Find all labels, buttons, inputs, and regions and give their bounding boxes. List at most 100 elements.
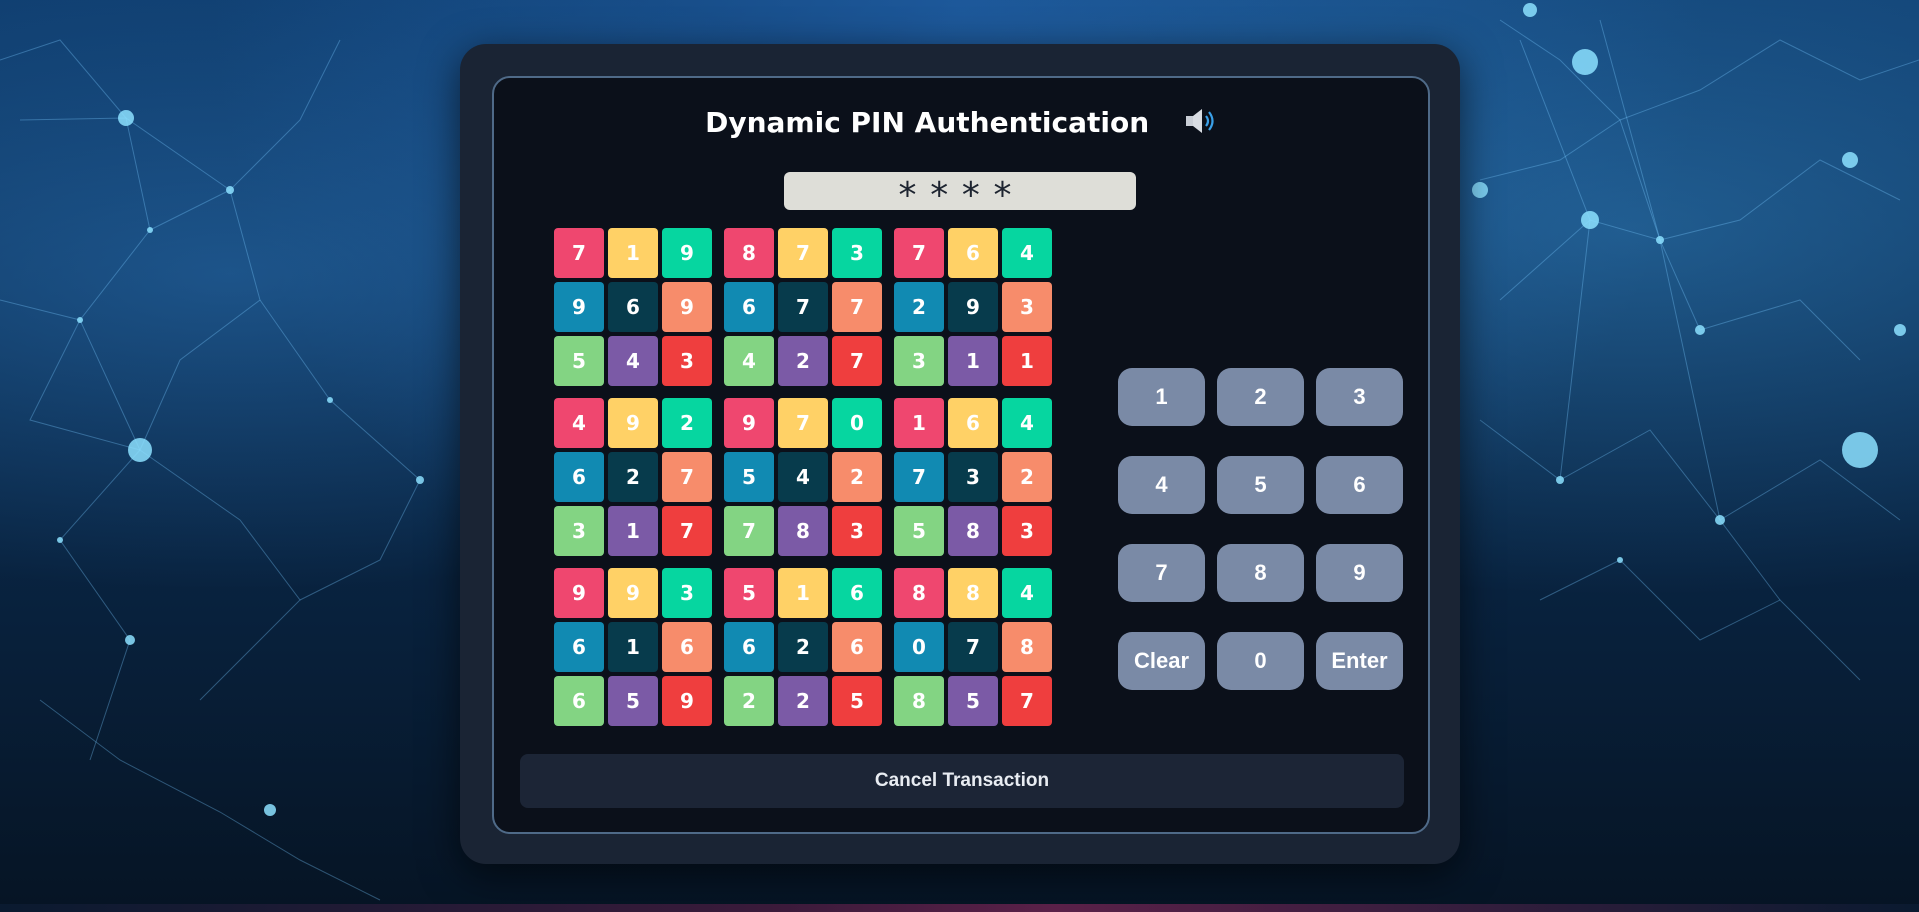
- digit-cell[interactable]: 5: [948, 676, 998, 726]
- digit-cell[interactable]: 9: [608, 568, 658, 618]
- digit-cell[interactable]: 7: [554, 228, 604, 278]
- digit-cell[interactable]: 8: [778, 506, 828, 556]
- digit-cell[interactable]: 1: [1002, 336, 1052, 386]
- digit-cell[interactable]: 4: [1002, 568, 1052, 618]
- key-7-button[interactable]: 7: [1118, 544, 1205, 602]
- key-8-button[interactable]: 8: [1217, 544, 1304, 602]
- digit-cell[interactable]: 3: [554, 506, 604, 556]
- digit-cell[interactable]: 4: [554, 398, 604, 448]
- digit-cell[interactable]: 6: [948, 228, 998, 278]
- key-4-button[interactable]: 4: [1118, 456, 1205, 514]
- digit-cell[interactable]: 9: [608, 398, 658, 448]
- digit-cell[interactable]: 0: [832, 398, 882, 448]
- digit-cell[interactable]: 7: [662, 506, 712, 556]
- digit-cell[interactable]: 4: [1002, 398, 1052, 448]
- digit-cell[interactable]: 5: [554, 336, 604, 386]
- digit-cell[interactable]: 7: [948, 622, 998, 672]
- digit-cell[interactable]: 6: [554, 622, 604, 672]
- digit-cell[interactable]: 3: [832, 506, 882, 556]
- key-1-button[interactable]: 1: [1118, 368, 1205, 426]
- digit-cell[interactable]: 2: [832, 452, 882, 502]
- enter-button[interactable]: Enter: [1316, 632, 1403, 690]
- key-0-button[interactable]: 0: [1217, 632, 1304, 690]
- digit-cell[interactable]: 1: [608, 622, 658, 672]
- digit-cell[interactable]: 9: [948, 282, 998, 332]
- digit-cell[interactable]: 3: [894, 336, 944, 386]
- clear-button[interactable]: Clear: [1118, 632, 1205, 690]
- digit-cell[interactable]: 3: [948, 452, 998, 502]
- digit-cell[interactable]: 1: [608, 228, 658, 278]
- digit-cell[interactable]: 9: [662, 228, 712, 278]
- speaker-volume-icon[interactable]: [1183, 106, 1217, 136]
- digit-cell[interactable]: 2: [894, 282, 944, 332]
- digit-block: 7 1 9 9 6 9 5 4 3: [554, 228, 712, 386]
- key-3-button[interactable]: 3: [1316, 368, 1403, 426]
- grid-block-row: 9 9 3 6 1 6 6 5 9 5 1 6 6 2 6 2 2 5 8 8 …: [554, 568, 1064, 726]
- key-6-button[interactable]: 6: [1316, 456, 1403, 514]
- digit-cell[interactable]: 7: [778, 398, 828, 448]
- digit-cell[interactable]: 7: [832, 282, 882, 332]
- digit-cell[interactable]: 3: [662, 336, 712, 386]
- digit-cell[interactable]: 8: [948, 568, 998, 618]
- digit-cell[interactable]: 2: [778, 336, 828, 386]
- digit-cell[interactable]: 7: [894, 452, 944, 502]
- digit-cell[interactable]: 2: [608, 452, 658, 502]
- digit-cell[interactable]: 6: [662, 622, 712, 672]
- key-9-button[interactable]: 9: [1316, 544, 1403, 602]
- digit-cell[interactable]: 7: [778, 282, 828, 332]
- digit-cell[interactable]: 6: [724, 282, 774, 332]
- digit-cell[interactable]: 6: [832, 622, 882, 672]
- digit-cell[interactable]: 4: [608, 336, 658, 386]
- digit-cell[interactable]: 8: [1002, 622, 1052, 672]
- digit-cell[interactable]: 9: [554, 568, 604, 618]
- digit-cell[interactable]: 2: [778, 622, 828, 672]
- digit-cell[interactable]: 5: [894, 506, 944, 556]
- digit-cell[interactable]: 6: [724, 622, 774, 672]
- cancel-transaction-button[interactable]: Cancel Transaction: [520, 754, 1404, 808]
- digit-cell[interactable]: 1: [948, 336, 998, 386]
- digit-cell[interactable]: 7: [894, 228, 944, 278]
- bottom-strip: [0, 904, 1919, 912]
- digit-cell[interactable]: 3: [832, 228, 882, 278]
- digit-cell[interactable]: 6: [554, 452, 604, 502]
- digit-cell[interactable]: 1: [608, 506, 658, 556]
- key-5-button[interactable]: 5: [1217, 456, 1304, 514]
- digit-cell[interactable]: 8: [894, 676, 944, 726]
- digit-cell[interactable]: 2: [662, 398, 712, 448]
- digit-cell[interactable]: 6: [832, 568, 882, 618]
- digit-cell[interactable]: 2: [778, 676, 828, 726]
- digit-cell[interactable]: 6: [608, 282, 658, 332]
- digit-cell[interactable]: 5: [724, 452, 774, 502]
- digit-cell[interactable]: 7: [662, 452, 712, 502]
- digit-cell[interactable]: 8: [724, 228, 774, 278]
- key-2-button[interactable]: 2: [1217, 368, 1304, 426]
- digit-cell[interactable]: 3: [1002, 282, 1052, 332]
- digit-cell[interactable]: 3: [1002, 506, 1052, 556]
- digit-cell[interactable]: 7: [832, 336, 882, 386]
- digit-cell[interactable]: 1: [894, 398, 944, 448]
- auth-panel: Dynamic PIN Authentication **** 7 1 9 9 …: [460, 44, 1460, 864]
- digit-cell[interactable]: 7: [1002, 676, 1052, 726]
- digit-cell[interactable]: 6: [554, 676, 604, 726]
- digit-cell[interactable]: 2: [1002, 452, 1052, 502]
- digit-cell[interactable]: 5: [608, 676, 658, 726]
- digit-cell[interactable]: 8: [948, 506, 998, 556]
- digit-cell[interactable]: 6: [948, 398, 998, 448]
- digit-cell[interactable]: 4: [724, 336, 774, 386]
- digit-cell[interactable]: 7: [778, 228, 828, 278]
- digit-cell[interactable]: 0: [894, 622, 944, 672]
- digit-cell[interactable]: 9: [662, 282, 712, 332]
- digit-cell[interactable]: 8: [894, 568, 944, 618]
- digit-cell[interactable]: 3: [662, 568, 712, 618]
- digit-cell[interactable]: 9: [554, 282, 604, 332]
- digit-cell[interactable]: 5: [724, 568, 774, 618]
- digit-cell[interactable]: 1: [778, 568, 828, 618]
- digit-cell[interactable]: 7: [724, 506, 774, 556]
- digit-cell[interactable]: 2: [724, 676, 774, 726]
- digit-cell[interactable]: 9: [662, 676, 712, 726]
- digit-cell[interactable]: 4: [778, 452, 828, 502]
- digit-cell[interactable]: 5: [832, 676, 882, 726]
- digit-cell[interactable]: 9: [724, 398, 774, 448]
- digit-cell[interactable]: 4: [1002, 228, 1052, 278]
- digit-block: 8 8 4 0 7 8 8 5 7: [894, 568, 1052, 726]
